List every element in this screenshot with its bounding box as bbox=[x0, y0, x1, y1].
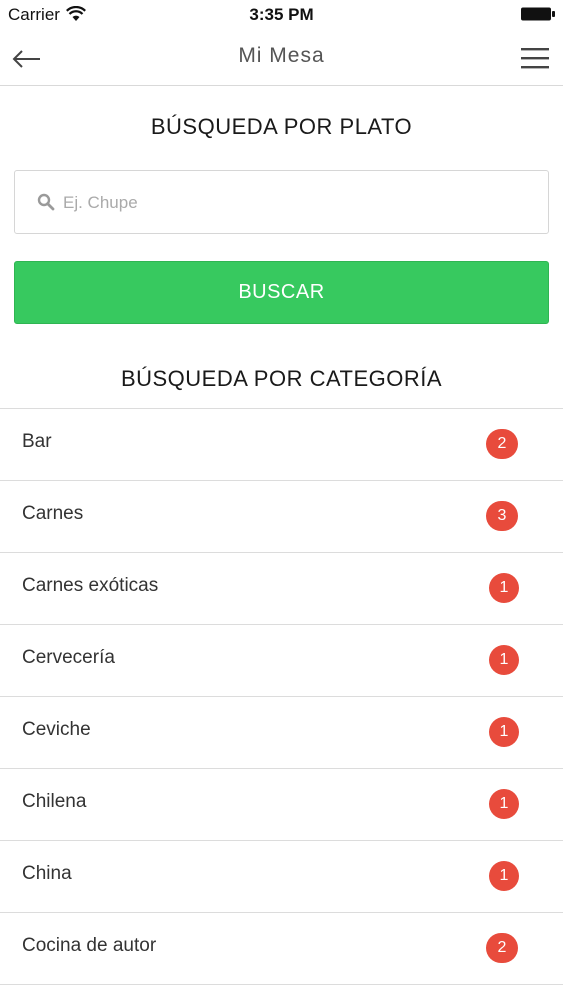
battery-icon bbox=[521, 7, 555, 21]
category-label: Bar bbox=[22, 431, 52, 452]
category-list: Bar 2 Carnes 3 Carnes exóticas 1 Cervece… bbox=[0, 408, 563, 985]
category-label: Chilena bbox=[22, 791, 87, 812]
count-badge: 2 bbox=[486, 429, 518, 459]
category-item-china[interactable]: China 1 bbox=[0, 841, 563, 913]
count-badge: 1 bbox=[489, 717, 519, 747]
count-badge: 3 bbox=[486, 501, 518, 531]
hamburger-menu-icon[interactable] bbox=[520, 47, 550, 69]
category-item-bar[interactable]: Bar 2 bbox=[0, 409, 563, 481]
category-label: Ceviche bbox=[22, 719, 91, 740]
category-label: Cocina de autor bbox=[22, 935, 157, 956]
category-label: Cervecería bbox=[22, 647, 115, 668]
search-button[interactable]: BUSCAR bbox=[14, 261, 549, 324]
category-search-title: BÚSQUEDA POR CATEGORÍA bbox=[120, 366, 443, 391]
count-badge: 2 bbox=[486, 933, 518, 963]
category-label: Carnes bbox=[22, 503, 84, 524]
count-badge: 1 bbox=[489, 645, 519, 675]
search-icon bbox=[37, 193, 55, 211]
status-time: 3:35 PM bbox=[249, 5, 314, 24]
count-badge: 1 bbox=[489, 789, 519, 819]
search-input[interactable] bbox=[61, 183, 535, 223]
page-title: Mi Mesa bbox=[238, 44, 325, 67]
status-bar: Carrier 3:35 PM bbox=[0, 0, 563, 30]
category-label: Carnes exóticas bbox=[22, 575, 159, 596]
search-box[interactable] bbox=[14, 170, 549, 234]
count-badge: 1 bbox=[489, 861, 519, 891]
navigation-bar: Mi Mesa bbox=[0, 30, 563, 86]
count-badge: 1 bbox=[489, 573, 519, 603]
category-item-carnes[interactable]: Carnes 3 bbox=[0, 481, 563, 553]
category-label: China bbox=[22, 863, 72, 884]
category-item-chilena[interactable]: Chilena 1 bbox=[0, 769, 563, 841]
category-item-cerveceria[interactable]: Cervecería 1 bbox=[0, 625, 563, 697]
category-item-ceviche[interactable]: Ceviche 1 bbox=[0, 697, 563, 769]
category-item-cocina-de-autor[interactable]: Cocina de autor 2 bbox=[0, 913, 563, 985]
dish-search-title: BÚSQUEDA POR PLATO bbox=[150, 114, 413, 139]
category-item-carnes-exoticas[interactable]: Carnes exóticas 1 bbox=[0, 553, 563, 625]
